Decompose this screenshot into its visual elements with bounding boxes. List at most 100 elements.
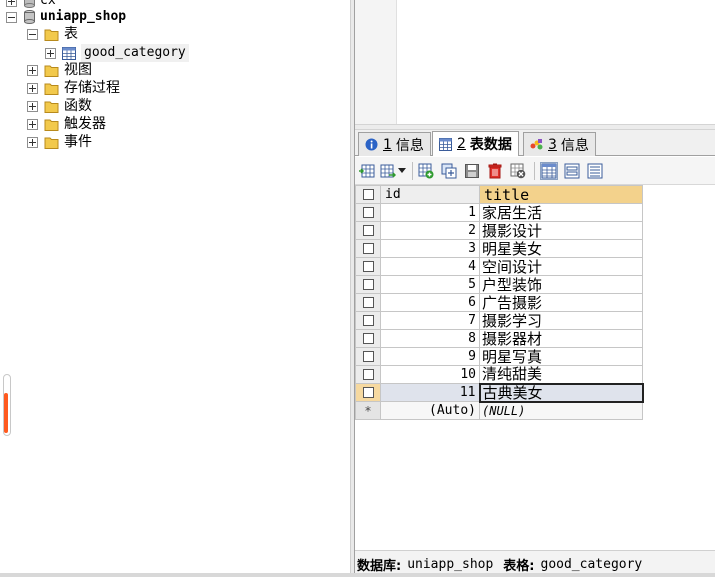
save-button[interactable]	[463, 162, 481, 180]
cell-title[interactable]: (NULL)	[479, 401, 643, 420]
cell-title[interactable]: 广告摄影	[479, 293, 643, 312]
status-db-value: uniapp_shop	[407, 556, 494, 572]
cell-title-editing[interactable]: 古典美女	[478, 382, 644, 403]
cancel-icon	[510, 163, 526, 179]
tree-node-database[interactable]: uniapp_shop	[6, 8, 126, 26]
table-row[interactable]: 2 摄影设计	[355, 221, 643, 240]
cell-id[interactable]: 11	[380, 383, 480, 402]
tree-node-tables[interactable]: 表	[27, 25, 78, 43]
tree-node-views[interactable]: 视图	[27, 61, 92, 79]
table-row[interactable]: 7 摄影学习	[355, 311, 643, 330]
export-icon	[380, 164, 396, 178]
cell-id[interactable]: 2	[380, 221, 480, 240]
row-checkbox[interactable]	[355, 347, 381, 366]
cell-title[interactable]: 家居生活	[479, 203, 643, 222]
cell-id[interactable]: 10	[380, 365, 480, 384]
expand-icon[interactable]	[27, 118, 38, 130]
cell-title[interactable]: 明星写真	[479, 347, 643, 366]
cell-id[interactable]: 7	[380, 311, 480, 330]
select-all-checkbox[interactable]	[355, 185, 381, 204]
tree-node-procedures[interactable]: 存储过程	[27, 79, 120, 97]
tab-info[interactable]: 1 信息	[358, 132, 431, 156]
cell-id[interactable]: 8	[380, 329, 480, 348]
table-row[interactable]: 5 户型装饰	[355, 275, 643, 294]
column-header-title[interactable]: title	[479, 185, 643, 204]
save-icon	[465, 164, 479, 178]
expand-icon[interactable]	[6, 0, 17, 7]
table-row[interactable]: 8 摄影器材	[355, 329, 643, 348]
table-row[interactable]: 4 空间设计	[355, 257, 643, 276]
status-table-value: good_category	[540, 556, 643, 572]
expand-icon[interactable]	[27, 64, 38, 76]
table-row-active[interactable]: 11 古典美女	[355, 382, 644, 403]
grid-toolbar	[355, 157, 715, 185]
table-row[interactable]: 10 清纯甜美	[355, 365, 643, 384]
column-header-id[interactable]: id	[380, 185, 480, 204]
grid-view-icon	[541, 163, 557, 179]
tab-history[interactable]: 3 信息	[523, 132, 596, 156]
form-view-button[interactable]	[563, 162, 581, 180]
row-checkbox[interactable]	[355, 311, 381, 330]
row-checkbox[interactable]	[355, 221, 381, 240]
collapse-icon[interactable]	[6, 11, 17, 23]
tree-node-events[interactable]: 事件	[27, 133, 92, 151]
expand-icon[interactable]	[27, 82, 38, 94]
tab-label: 表数据	[469, 137, 512, 153]
expand-icon[interactable]	[45, 47, 56, 59]
table-row[interactable]: 3 明星美女	[355, 239, 643, 258]
row-checkbox[interactable]	[355, 365, 381, 384]
tree-node-table-good-category[interactable]: good_category	[45, 44, 189, 62]
cell-id[interactable]: 4	[380, 257, 480, 276]
folder-icon	[44, 65, 59, 77]
tree-label-procedures: 存储过程	[64, 80, 120, 96]
database-icon	[24, 10, 35, 24]
history-icon	[530, 139, 543, 150]
cell-id[interactable]: 6	[380, 293, 480, 312]
row-checkbox[interactable]	[355, 257, 381, 276]
delete-button[interactable]	[486, 162, 504, 180]
table-row[interactable]: 6 广告摄影	[355, 293, 643, 312]
expand-icon[interactable]	[27, 100, 38, 112]
cell-id[interactable]: 9	[380, 347, 480, 366]
form-view-icon	[564, 163, 580, 179]
grid-view-button[interactable]	[540, 162, 558, 180]
table-row[interactable]: 1 家居生活	[355, 203, 643, 222]
cell-id[interactable]: 5	[380, 275, 480, 294]
duplicate-row-icon	[441, 163, 457, 179]
cell-title[interactable]: 清纯甜美	[479, 365, 643, 384]
tree-label-views: 视图	[64, 62, 92, 78]
cell-title[interactable]: 摄影学习	[479, 311, 643, 330]
query-editor[interactable]	[355, 0, 715, 124]
row-checkbox[interactable]	[355, 239, 381, 258]
cell-id[interactable]: (Auto)	[380, 401, 480, 420]
insert-row-button[interactable]	[358, 162, 376, 180]
row-checkbox[interactable]	[355, 329, 381, 348]
cell-title[interactable]: 摄影设计	[479, 221, 643, 240]
scroll-thumb[interactable]	[4, 393, 8, 433]
cell-title[interactable]: 空间设计	[479, 257, 643, 276]
cell-id[interactable]: 1	[380, 203, 480, 222]
tree-node-triggers[interactable]: 触发器	[27, 115, 106, 133]
duplicate-row-button[interactable]	[440, 162, 458, 180]
row-checkbox[interactable]	[355, 383, 381, 402]
folder-icon	[44, 137, 59, 149]
tab-table-data[interactable]: 2 表数据	[432, 131, 519, 156]
row-checkbox[interactable]	[355, 293, 381, 312]
cell-title[interactable]: 摄影器材	[479, 329, 643, 348]
cancel-button[interactable]	[509, 162, 527, 180]
row-checkbox[interactable]	[355, 275, 381, 294]
tree-node-functions[interactable]: 函数	[27, 97, 92, 115]
cell-title[interactable]: 明星美女	[479, 239, 643, 258]
cell-title[interactable]: 户型装饰	[479, 275, 643, 294]
expand-icon[interactable]	[27, 136, 38, 148]
export-dropdown-button[interactable]	[396, 162, 408, 180]
add-row-button[interactable]	[417, 162, 435, 180]
row-checkbox[interactable]	[355, 203, 381, 222]
collapse-icon[interactable]	[27, 28, 38, 40]
table-row[interactable]: 9 明星写真	[355, 347, 643, 366]
table-data-grid: id title 1 家居生活 2 摄影设计 3 明星美女 4 空间设计 5 户…	[355, 185, 644, 420]
export-button[interactable]	[379, 162, 397, 180]
text-view-button[interactable]	[586, 162, 604, 180]
new-row[interactable]: * (Auto) (NULL)	[355, 401, 643, 420]
cell-id[interactable]: 3	[380, 239, 480, 258]
